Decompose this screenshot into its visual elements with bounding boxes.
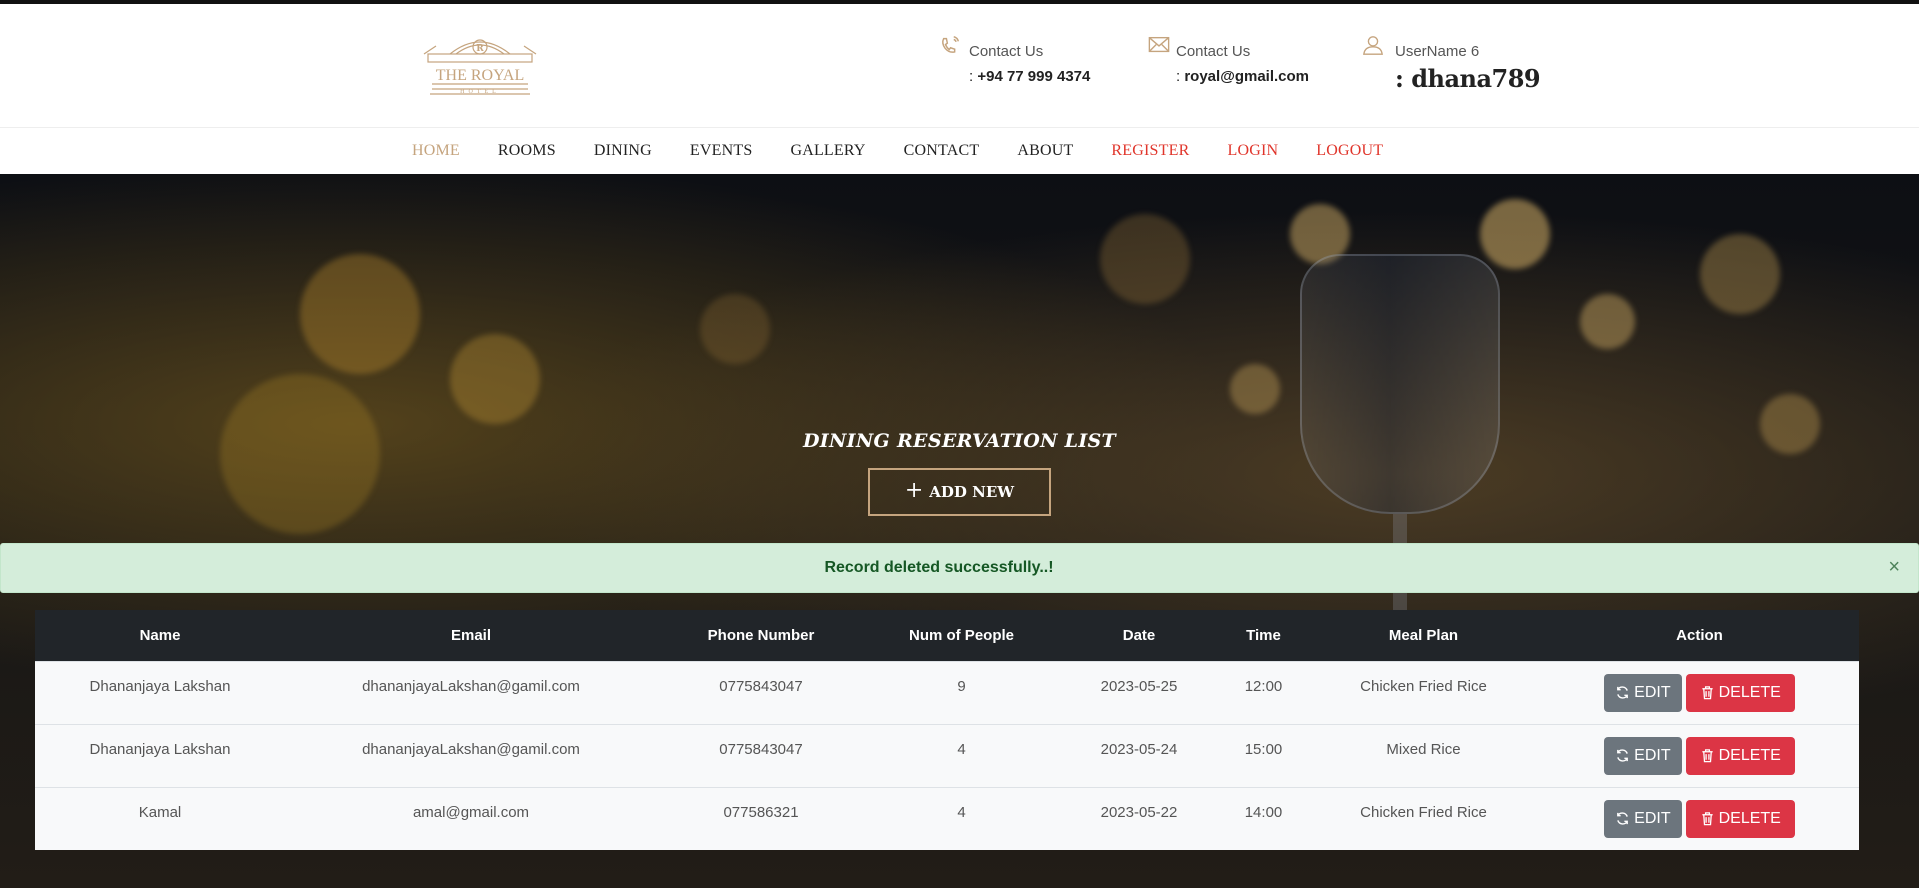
column-header: Action [1540, 610, 1859, 661]
bokeh-light [1700, 234, 1780, 314]
bokeh-light [1480, 199, 1550, 269]
delete-button[interactable]: DELETE [1685, 736, 1795, 775]
edit-label: EDIT [1634, 683, 1671, 701]
username-label: UserName 6 [1395, 43, 1480, 60]
refresh-icon [1615, 685, 1630, 700]
plus-icon: + [904, 478, 924, 503]
phone-label: Contact Us [969, 43, 1044, 60]
table-cell: dhananjayaLakshan@gamil.com [362, 741, 580, 758]
success-alert: Record deleted successfully..! × [0, 543, 1919, 593]
svg-text:THE ROYAL: THE ROYAL [436, 67, 524, 84]
alert-message: Record deleted successfully..! [824, 559, 1054, 576]
wine-glass-image [1300, 254, 1500, 514]
table-cell: Mixed Rice [1386, 741, 1461, 758]
table-cell: Kamal [138, 804, 182, 822]
table-cell: 0775843047 [719, 678, 803, 695]
nav-item-events[interactable]: EVENTS [690, 142, 753, 160]
table-cell: Chicken Fried Rice [1360, 804, 1487, 822]
table-row: Dhananjaya Lakshan dhananjayaLakshan@gami… [35, 724, 1859, 787]
table-cell: Chicken Fried Rice [1360, 678, 1487, 695]
phone-icon [940, 34, 962, 56]
table-header-row: Name Email Phone Number Num of People Date Ti… [35, 610, 1859, 661]
table-cell: 0775843047 [719, 741, 803, 758]
edit-button[interactable]: EDIT [1604, 799, 1682, 838]
column-header: Name [35, 610, 285, 661]
nav-item-logout[interactable]: LOGOUT [1316, 142, 1383, 160]
edit-button[interactable]: EDIT [1604, 673, 1682, 712]
edit-label: EDIT [1634, 809, 1671, 827]
table-cell: dhananjayaLakshan@gamil.com [362, 678, 580, 695]
trash-icon [1700, 685, 1715, 700]
main-nav: HOME ROOMS DINING EVENTS GALLERY CONTACT ABOUT… [0, 128, 1919, 174]
column-header: Num of People [865, 610, 1058, 661]
close-icon[interactable]: × [1888, 557, 1900, 577]
table-cell: 14:00 [1244, 804, 1283, 822]
delete-label: DELETE [1718, 746, 1781, 764]
column-header: Phone Number [657, 610, 865, 661]
table-cell: 9 [957, 678, 966, 695]
column-header: Date [1058, 610, 1220, 661]
bokeh-light [300, 254, 420, 374]
bokeh-light [220, 374, 380, 534]
hotel-logo[interactable]: R THE ROYAL HOTEL [420, 32, 540, 102]
edit-button[interactable]: EDIT [1604, 736, 1682, 775]
email-value[interactable]: : royal@gmail.com [1176, 68, 1309, 85]
table-cell: 4 [957, 741, 966, 758]
page-title: DINING RESERVATION LIST [803, 430, 1116, 452]
nav-item-home[interactable]: HOME [412, 142, 460, 160]
delete-label: DELETE [1718, 809, 1781, 827]
refresh-icon [1615, 748, 1630, 763]
nav-item-dining[interactable]: DINING [594, 142, 652, 160]
site-header: R THE ROYAL HOTEL Contact Us : +94 77 99… [0, 4, 1919, 128]
reservation-table: Name Email Phone Number Num of People Date Ti… [35, 610, 1859, 850]
username-value: : dhana789 [1395, 64, 1541, 93]
add-new-label: ADD NEW [929, 483, 1015, 501]
table-row: Dhananjaya Lakshan dhananjayaLakshan@gami… [35, 661, 1859, 724]
nav-item-register[interactable]: REGISTER [1111, 142, 1189, 160]
nav-item-about[interactable]: ABOUT [1017, 142, 1073, 160]
table-cell: 4 [957, 804, 966, 822]
nav-item-gallery[interactable]: GALLERY [790, 142, 865, 160]
delete-label: DELETE [1718, 683, 1781, 701]
table-cell: 077586321 [723, 804, 799, 822]
bokeh-light [700, 294, 770, 364]
user-icon [1362, 34, 1384, 56]
svg-text:R: R [476, 44, 484, 54]
table-cell: 2023-05-24 [1100, 741, 1178, 758]
phone-value[interactable]: : +94 77 999 4374 [969, 68, 1090, 85]
trash-icon [1700, 748, 1715, 763]
bokeh-light [1580, 294, 1635, 349]
table-cell: 15:00 [1244, 741, 1283, 758]
edit-label: EDIT [1634, 746, 1671, 764]
bokeh-light [450, 334, 540, 424]
refresh-icon [1615, 811, 1630, 826]
nav-item-login[interactable]: LOGIN [1227, 142, 1278, 160]
nav-item-rooms[interactable]: ROOMS [498, 142, 556, 160]
hero-section: DINING RESERVATION LIST + ADD NEW Record… [0, 174, 1919, 888]
table-cell: Dhananjaya Lakshan [89, 678, 231, 695]
table-cell: amal@gmail.com [412, 804, 530, 822]
action-cell: EDIT DELETE [1540, 787, 1859, 850]
trash-icon [1700, 811, 1715, 826]
table-cell: 12:00 [1244, 678, 1283, 695]
column-header: Meal Plan [1307, 610, 1540, 661]
column-header: Time [1220, 610, 1307, 661]
svg-text:HOTEL: HOTEL [460, 89, 500, 95]
envelope-icon [1147, 34, 1170, 56]
action-cell: EDIT DELETE [1540, 724, 1859, 787]
email-label: Contact Us [1176, 43, 1251, 60]
nav-item-contact[interactable]: CONTACT [904, 142, 980, 160]
table-cell: 2023-05-25 [1100, 678, 1178, 695]
bokeh-light [1230, 364, 1280, 414]
table-row: Kamal amal@gmail.com 077586321 4 2023-05-22 1… [35, 787, 1859, 850]
delete-button[interactable]: DELETE [1685, 799, 1795, 838]
delete-button[interactable]: DELETE [1685, 673, 1795, 712]
bokeh-light [1100, 214, 1190, 304]
table-cell: 2023-05-22 [1100, 804, 1178, 822]
add-new-button[interactable]: + ADD NEW [868, 468, 1051, 516]
column-header: Email [285, 610, 657, 661]
action-cell: EDIT DELETE [1540, 661, 1859, 724]
table-cell: Dhananjaya Lakshan [89, 741, 231, 758]
